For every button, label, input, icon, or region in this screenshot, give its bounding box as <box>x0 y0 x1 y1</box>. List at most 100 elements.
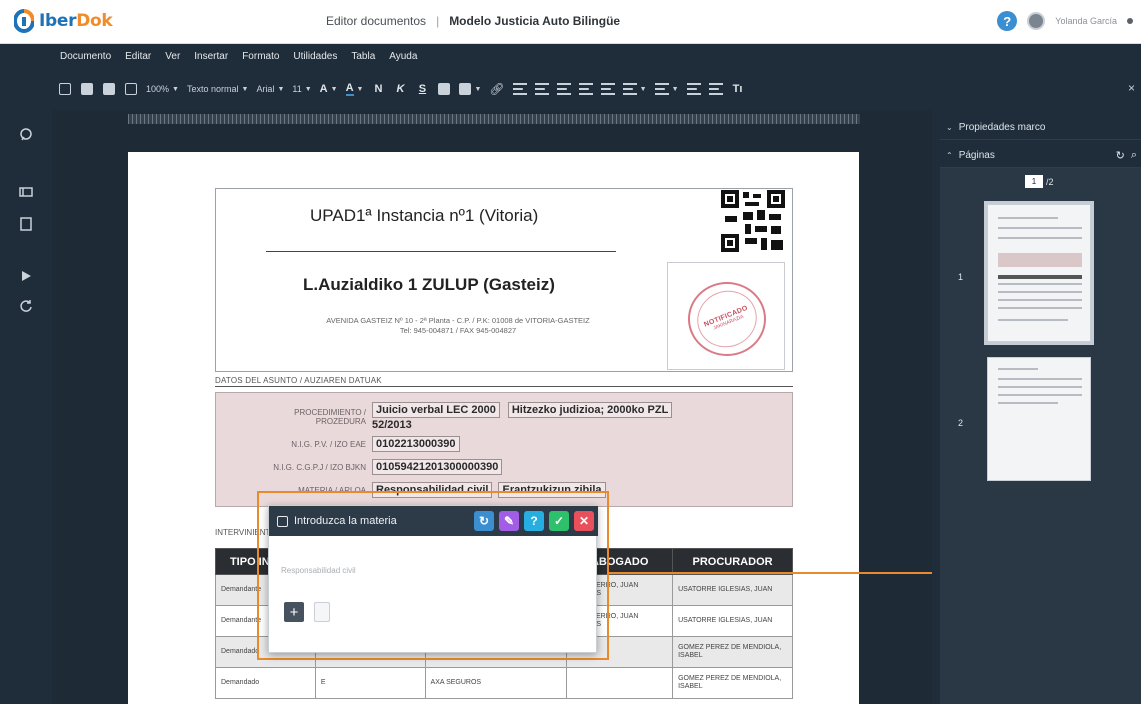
font-size-select[interactable]: 11 ▼ <box>292 84 311 94</box>
reload-icon[interactable]: ↻ <box>1116 149 1125 162</box>
table-cell[interactable]: USATORRE IGLESIAS, JUAN <box>672 605 793 637</box>
thumb-label-1: 1 <box>958 272 964 282</box>
clear-format-button[interactable]: Tı <box>731 79 745 99</box>
add-button[interactable]: + <box>284 602 304 622</box>
document-icon[interactable] <box>314 602 330 622</box>
nig-cgpj-value[interactable]: 01059421201300000390 <box>372 459 503 475</box>
zoom-select[interactable]: 100% ▼ <box>146 84 179 94</box>
align-right-icon[interactable] <box>556 79 571 99</box>
comment-icon[interactable] <box>19 128 33 142</box>
italic-button[interactable]: K <box>393 79 407 99</box>
menu-bar: Documento Editar Ver Insertar Formato Ut… <box>52 44 1141 68</box>
pages-title: Páginas <box>958 150 995 161</box>
pages-header[interactable]: ⌃ Páginas ↻ ⌕ <box>940 144 1141 168</box>
table-cell[interactable]: E <box>314 667 426 699</box>
edit-button[interactable]: ✎ <box>499 511 519 531</box>
text-color-button[interactable]: A ▼ <box>345 82 363 96</box>
menu-utilidades[interactable]: Utilidades <box>293 51 337 62</box>
line-spacing-icon[interactable] <box>600 79 615 99</box>
play-icon[interactable] <box>19 269 33 283</box>
close-toolbar-icon[interactable]: × <box>1128 81 1135 95</box>
table-cell[interactable]: GOMEZ PEREZ DE MENDIOLA, ISABEL <box>672 636 793 668</box>
new-document-icon[interactable] <box>58 79 72 99</box>
outdent-icon[interactable] <box>708 79 723 99</box>
current-page-input[interactable]: 1 <box>1025 175 1043 188</box>
cancel-button[interactable]: ✕ <box>574 511 594 531</box>
menu-documento[interactable]: Documento <box>60 51 111 62</box>
help-icon[interactable]: ? <box>997 11 1018 31</box>
case-data-section-label: DATOS DEL ASUNTO / AUZIAREN DATUAK <box>215 376 382 385</box>
document-title: Editor documentos | Modelo Justicia Auto… <box>326 14 620 28</box>
procedure-label: PROCEDIMIENTO / PROZEDURA <box>294 407 366 426</box>
frame-properties-header[interactable]: ⌄ Propiedades marco <box>940 116 1141 140</box>
page-icon[interactable] <box>19 217 33 231</box>
logo-text: IberDok <box>39 11 113 31</box>
iberdok-logo-icon <box>13 9 35 33</box>
menu-ayuda[interactable]: Ayuda <box>389 51 417 62</box>
print-icon[interactable] <box>124 79 138 99</box>
search-icon[interactable]: ⌕ <box>1131 149 1137 162</box>
table-cell[interactable]: USATORRE IGLESIAS, JUAN <box>672 574 793 606</box>
user-avatar[interactable] <box>1027 12 1046 30</box>
formatting-toolbar: 100% ▼ Texto normal ▼ Arial ▼ 11 ▼ A ▼ A ▼ N K… <box>52 68 1141 110</box>
align-left-icon[interactable] <box>512 79 527 99</box>
settings-icon[interactable] <box>1127 18 1133 24</box>
nig-cgpj-row[interactable]: N.I.G. C.G.P.J / IZO BJKN 01059421201300… <box>220 459 503 475</box>
refresh-button[interactable]: ↻ <box>474 511 494 531</box>
procedure-number[interactable]: 52/2013 <box>372 419 672 431</box>
document-name: Modelo Justicia Auto Bilingüe <box>449 14 621 28</box>
table-icon[interactable]: ▼ <box>459 83 481 95</box>
app-logo[interactable]: IberDok <box>13 9 113 33</box>
menu-tabla[interactable]: Tabla <box>351 51 375 62</box>
nig-value[interactable]: 0102213000390 <box>372 436 460 452</box>
text-size-button[interactable]: A ▼ <box>320 83 338 95</box>
refresh-icon[interactable] <box>19 299 33 313</box>
page-thumbnail-1[interactable] <box>984 201 1094 345</box>
menu-editar[interactable]: Editar <box>125 51 151 62</box>
link-icon[interactable]: 🔗︎ <box>489 79 504 99</box>
user-name[interactable]: Yolanda García <box>1055 16 1117 26</box>
dialog-title: Introduzca la materia <box>294 515 397 527</box>
list-icon <box>277 515 288 527</box>
procedure-value-eu[interactable]: Hitzezko judizioa; 2000ko PZL <box>507 402 673 418</box>
nig-row[interactable]: N.I.G. P.V. / IZO EAE 0102213000390 <box>240 436 460 452</box>
font-select[interactable]: Arial ▼ <box>256 84 284 94</box>
qr-code-icon <box>721 190 785 252</box>
accept-button[interactable]: ✓ <box>549 511 569 531</box>
style-select[interactable]: Texto normal ▼ <box>187 84 248 94</box>
underline-button[interactable]: S <box>415 79 429 99</box>
justify-icon[interactable] <box>578 79 593 99</box>
court-divider <box>266 251 616 252</box>
address-line-1: AVENIDA GASTEIZ Nº 10 - 2ª Planta - C.P.… <box>326 316 590 325</box>
image-icon[interactable] <box>437 79 451 99</box>
title-separator: | <box>436 14 440 28</box>
table-header: PROCURADOR <box>672 548 793 575</box>
menu-ver[interactable]: Ver <box>165 51 180 62</box>
fields-icon[interactable] <box>19 185 33 199</box>
procedure-row[interactable]: PROCEDIMIENTO / PROZEDURA Juicio verbal … <box>262 402 673 431</box>
table-cell[interactable]: GOMEZ PEREZ DE MENDIOLA, ISABEL <box>672 667 793 699</box>
table-cell[interactable]: AXA SEGUROS <box>424 667 568 699</box>
align-center-icon[interactable] <box>534 79 549 99</box>
section-divider <box>215 386 793 387</box>
table-row[interactable]: Demandado E AXA SEGUROS GOMEZ PEREZ DE M… <box>215 667 793 699</box>
bullet-list-icon[interactable]: ▼ <box>622 83 647 95</box>
indent-icon[interactable] <box>686 79 701 99</box>
frame-properties-title: Propiedades marco <box>958 122 1046 133</box>
save-as-icon[interactable] <box>102 79 116 99</box>
help-button[interactable]: ? <box>524 511 544 531</box>
materia-input[interactable]: Responsabilidad civil <box>281 566 356 575</box>
court-name-es: UPAD1ª Instancia nº1 (Vitoria) <box>310 206 539 225</box>
page-navigator: 1 /2 <box>1025 175 1054 188</box>
save-icon[interactable] <box>80 79 94 99</box>
table-cell[interactable] <box>566 667 674 699</box>
menu-formato[interactable]: Formato <box>242 51 279 62</box>
numbered-list-icon[interactable]: ▼ <box>654 83 679 95</box>
procedure-value[interactable]: Juicio verbal LEC 2000 <box>372 402 500 418</box>
title-bar: IberDok Editor documentos | Modelo Justi… <box>0 0 1141 44</box>
horizontal-ruler[interactable] <box>128 114 860 124</box>
table-cell[interactable]: Demandado <box>215 667 316 699</box>
page-thumbnail-2[interactable] <box>987 357 1091 481</box>
menu-insertar[interactable]: Insertar <box>194 51 228 62</box>
bold-button[interactable]: N <box>371 79 385 99</box>
